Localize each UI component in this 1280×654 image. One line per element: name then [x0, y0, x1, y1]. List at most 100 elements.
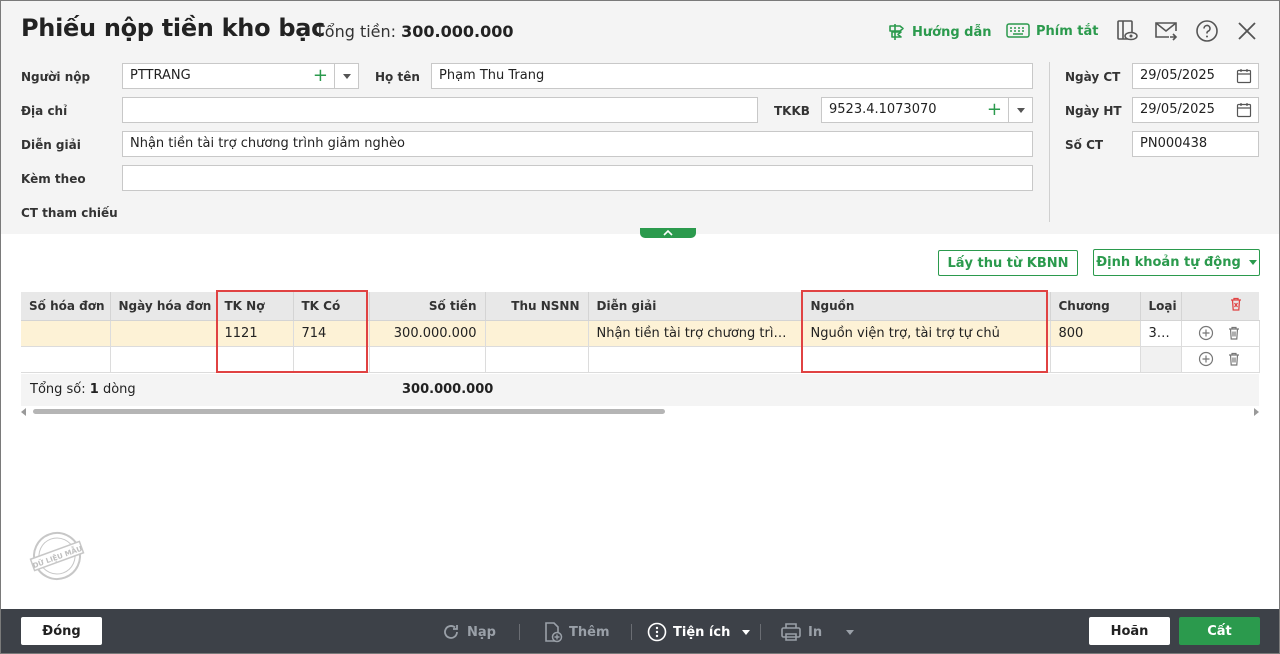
col-ngay-hoa-don[interactable]: Ngày hóa đơn [110, 292, 217, 321]
fullname-input[interactable]: Phạm Thu Trang [431, 63, 1033, 89]
col-actions [1181, 292, 1259, 321]
col-tk-no[interactable]: TK Nợ [216, 292, 294, 321]
email-icon [1155, 22, 1178, 41]
scroll-left-icon[interactable] [21, 408, 27, 416]
close-icon [1238, 22, 1256, 40]
desc-label: Diễn giải [21, 138, 81, 152]
table-row[interactable]: 1121 714 300.000.000 Nhận tiền tài trợ c… [21, 320, 1260, 347]
desc-input[interactable]: Nhận tiền tài trợ chương trình giảm nghè… [122, 131, 1033, 157]
payer-value: PTTRANG [130, 68, 191, 83]
ref-label: CT tham chiếu [21, 206, 118, 220]
sample-data-stamp: DỮ LIỆU MẪU [29, 532, 85, 580]
add-row-icon[interactable] [1198, 351, 1214, 367]
calendar-icon[interactable] [1236, 102, 1252, 118]
row-count: Tổng số: 1 dòng [30, 382, 136, 397]
tkkb-value: 9523.4.1073070 [829, 102, 937, 117]
horizontal-scrollbar[interactable] [21, 406, 1259, 416]
attach-label: Kèm theo [21, 172, 86, 186]
table-row-empty[interactable] [21, 346, 1260, 373]
col-loai[interactable]: Loại [1140, 292, 1182, 321]
row-actions [1181, 320, 1260, 347]
fullname-label: Họ tên [375, 70, 420, 84]
col-chuong[interactable]: Chương [1050, 292, 1141, 321]
collapse-toggle[interactable] [640, 228, 696, 238]
add-document-icon [545, 622, 563, 643]
cell-ngay-hd[interactable] [110, 320, 217, 347]
chevron-down-icon [1248, 260, 1257, 265]
grid-footer: Tổng số: 1 dòng 300.000.000 [21, 374, 1259, 406]
add-row-icon[interactable] [1198, 325, 1214, 341]
view-settings-button[interactable] [1114, 18, 1140, 44]
col-so-hoa-don[interactable]: Số hóa đơn [21, 292, 111, 321]
help-button[interactable] [1194, 18, 1220, 44]
guide-link[interactable]: Hướng dẫn [886, 22, 992, 42]
scroll-right-icon[interactable] [1253, 408, 1259, 416]
utilities-menu[interactable]: Tiện ích [647, 621, 751, 643]
scrollbar-thumb[interactable] [33, 409, 665, 414]
entry-grid: Số hóa đơn Ngày hóa đơn TK Nợ TK Có Số t… [21, 292, 1260, 373]
col-dien-giai[interactable]: Diễn giải [588, 292, 803, 321]
shortcut-link[interactable]: Phím tắt [1006, 22, 1099, 40]
delete-row-icon[interactable] [1226, 351, 1242, 367]
tkkb-dropdown[interactable] [1008, 98, 1032, 122]
ngay-ht-label: Ngày HT [1065, 104, 1122, 118]
cell-so-hd[interactable] [21, 320, 111, 347]
cell-tk-no[interactable]: 1121 [216, 320, 294, 347]
refresh-icon [444, 625, 458, 639]
chevron-down-icon [1016, 107, 1025, 113]
get-kbnn-button[interactable]: Lấy thu từ KBNN [938, 250, 1078, 276]
reload-button[interactable]: Nạp [441, 621, 496, 643]
form-divider [1049, 62, 1050, 222]
auto-entry-button[interactable]: Định khoản tự động [1093, 249, 1260, 276]
ngay-ct-input[interactable]: 29/05/2025 [1132, 63, 1259, 89]
tkkb-combo[interactable]: 9523.4.1073070 + [821, 97, 1033, 123]
row-actions [1181, 346, 1260, 373]
cancel-button[interactable]: Hoãn [1089, 617, 1170, 645]
print-menu[interactable]: In [780, 621, 855, 643]
payer-dropdown[interactable] [334, 64, 358, 88]
save-button[interactable]: Cất [1179, 617, 1260, 645]
add-button[interactable]: Thêm [543, 621, 610, 643]
signpost-icon [889, 24, 904, 40]
cell-loai[interactable]: 340 [1140, 320, 1182, 347]
more-options-icon [647, 622, 667, 642]
cell-chuong[interactable]: 800 [1050, 320, 1141, 347]
col-tk-co[interactable]: TK Có [293, 292, 370, 321]
add-tkkb-icon[interactable]: + [987, 98, 1002, 121]
bottom-toolbar: Đóng Nạp Thêm Tiện ích In Hoãn Cất [1, 609, 1279, 653]
attach-input[interactable] [122, 165, 1033, 191]
chevron-up-icon [663, 229, 673, 236]
tkkb-label: TKKB [774, 104, 810, 118]
address-input[interactable] [122, 97, 758, 123]
cell-thu-nsnn[interactable] [485, 320, 589, 347]
payer-label: Người nộp [21, 70, 91, 84]
calendar-icon[interactable] [1236, 68, 1252, 84]
col-nguon[interactable]: Nguồn [802, 292, 1051, 321]
close-button[interactable]: Đóng [21, 617, 102, 645]
cell-dien-giai[interactable]: Nhận tiền tài trợ chương trình giảm nghè… [588, 320, 803, 347]
so-ct-input[interactable]: PN000438 [1132, 131, 1259, 157]
ngay-ht-input[interactable]: 29/05/2025 [1132, 97, 1259, 123]
payer-combo[interactable]: PTTRANG + [122, 63, 359, 89]
total-amount: Tổng tiền: 300.000.000 [315, 22, 514, 41]
view-settings-icon [1117, 20, 1138, 41]
cell-nguon[interactable]: Nguồn viện trợ, tài trợ tự chủ [802, 320, 1051, 347]
delete-all-icon[interactable] [1228, 296, 1244, 312]
ngay-ct-label: Ngày CT [1065, 70, 1121, 84]
grid-header: Số hóa đơn Ngày hóa đơn TK Nợ TK Có Số t… [21, 292, 1259, 321]
col-thu-nsnn[interactable]: Thu NSNN [485, 292, 589, 321]
printer-icon [781, 623, 801, 641]
footer-total: 300.000.000 [402, 382, 494, 397]
chevron-down-icon [742, 629, 751, 635]
add-payer-icon[interactable]: + [313, 64, 328, 87]
chevron-down-icon [342, 73, 351, 79]
so-ct-label: Số CT [1065, 138, 1104, 152]
cell-so-tien[interactable]: 300.000.000 [369, 320, 486, 347]
close-window-button[interactable] [1234, 18, 1260, 44]
cell-tk-co[interactable]: 714 [293, 320, 370, 347]
keyboard-icon [1006, 23, 1030, 38]
col-so-tien[interactable]: Số tiền [369, 292, 486, 321]
help-icon [1196, 20, 1218, 42]
delete-row-icon[interactable] [1226, 325, 1242, 341]
email-button[interactable] [1153, 18, 1179, 44]
